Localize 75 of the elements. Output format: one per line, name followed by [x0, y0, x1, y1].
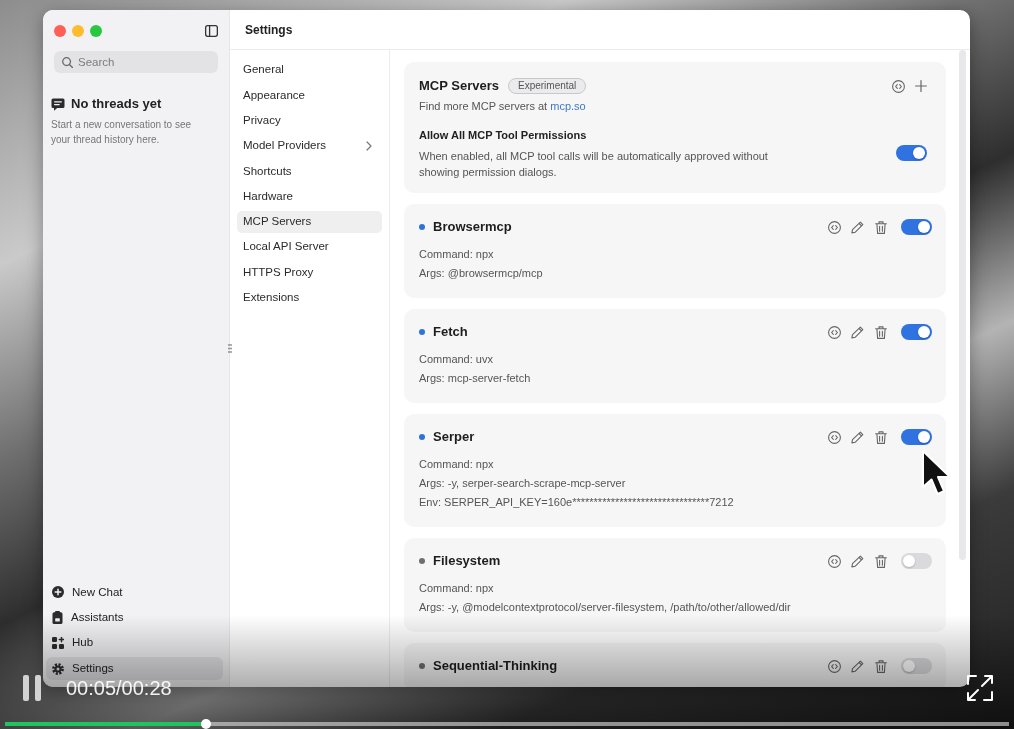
settings-menu-item[interactable]: MCP Servers — [237, 210, 382, 233]
server-detail-text: Command: npx — [419, 247, 495, 262]
gear-icon — [52, 662, 64, 675]
settings-menu-item[interactable]: Shortcuts — [237, 160, 382, 183]
server-detail-text: Args: -y, @modelcontextprotocol/server-filesystem, /path/to/other/allowed/dir — [419, 600, 792, 615]
edit-icon[interactable] — [851, 430, 864, 444]
pause-icon[interactable] — [23, 675, 41, 701]
search-icon — [62, 56, 73, 68]
clipboard-icon — [52, 611, 63, 625]
delete-icon[interactable] — [875, 430, 887, 444]
progress-thumb[interactable] — [200, 719, 211, 729]
server-name: Sequential-Thinking — [433, 657, 558, 676]
settings-menu-item[interactable]: Local API Server — [237, 236, 382, 259]
server-detail-text: Args: @browsermcp/mcp — [419, 266, 544, 281]
server-name: Filesystem — [433, 552, 501, 571]
plus-circle-icon — [52, 586, 64, 599]
toggle-switch[interactable] — [901, 219, 932, 235]
sidebar-nav-item[interactable]: Settings — [46, 657, 223, 680]
sidebar-nav-item[interactable]: Hub — [46, 631, 223, 655]
toggle-switch[interactable] — [901, 658, 932, 674]
toggle-switch[interactable] — [901, 553, 932, 569]
search-field[interactable]: Search — [54, 51, 218, 73]
info-text: Find more MCP servers at mcp.so — [419, 99, 587, 114]
server-name: Serper — [433, 428, 475, 447]
plus-icon[interactable] — [915, 80, 927, 92]
sidebar-toggle-icon[interactable] — [205, 24, 218, 37]
edit-icon[interactable] — [851, 554, 864, 568]
server-name: Browsermcp — [433, 218, 512, 237]
empty-state-text: Start a new conversation to see your thread history here. — [51, 118, 193, 147]
resize-handle-icon[interactable] — [228, 344, 232, 353]
section-title: MCP Servers — [419, 77, 499, 96]
edit-icon[interactable] — [851, 659, 864, 673]
sidebar-nav-item[interactable]: Assistants — [46, 606, 223, 630]
edit-icon[interactable] — [851, 325, 864, 339]
settings-menu-item[interactable]: Model Providers — [237, 134, 382, 157]
status-tag: Experimental — [508, 78, 587, 94]
close-window-button[interactable] — [54, 24, 66, 37]
fullscreen-icon[interactable] — [967, 675, 993, 701]
mcp-link[interactable]: mcp.so — [550, 100, 586, 112]
setting-description: When enabled, all MCP tool calls will be automatically approved without showing permission dialogs. — [419, 149, 769, 180]
delete-icon[interactable] — [875, 554, 887, 568]
toggle-switch[interactable] — [901, 429, 932, 445]
settings-menu-item[interactable]: Hardware — [237, 185, 382, 208]
settings-menu-item[interactable]: Privacy — [237, 109, 382, 132]
delete-icon[interactable] — [875, 220, 887, 234]
sidebar-nav-item[interactable]: New Chat — [46, 580, 223, 604]
grid-icon — [52, 637, 64, 650]
edit-icon[interactable] — [851, 220, 864, 234]
code-icon[interactable] — [828, 325, 841, 339]
setting-title: Allow All MCP Tool Permissions — [419, 128, 588, 143]
code-icon[interactable] — [892, 79, 905, 93]
server-detail-text: Command: npx — [419, 581, 495, 596]
playback-time: 00:05/00:28 — [66, 677, 172, 699]
server-detail-text: Env: SERPER_API_KEY=160e********************************7212 — [419, 495, 735, 510]
toggle-switch[interactable] — [896, 145, 927, 161]
settings-menu-item[interactable]: HTTPS Proxy — [237, 261, 382, 284]
page-title: Settings — [245, 21, 293, 39]
delete-icon[interactable] — [875, 659, 887, 673]
code-icon[interactable] — [828, 220, 841, 234]
toggle-switch[interactable] — [901, 324, 932, 340]
settings-menu-item[interactable]: General — [237, 59, 382, 81]
server-detail-text: Args: mcp-server-fetch — [419, 371, 532, 386]
server-name: Fetch — [433, 323, 468, 342]
progress-track[interactable] — [5, 722, 1009, 726]
code-icon[interactable] — [828, 554, 841, 568]
delete-icon[interactable] — [875, 325, 887, 339]
code-icon[interactable] — [828, 659, 841, 673]
server-detail-text: Command: npx — [419, 457, 495, 472]
settings-menu-item[interactable]: Extensions — [237, 286, 382, 309]
server-detail-text: Args: -y, serper-search-scrape-mcp-server — [419, 476, 627, 491]
settings-menu-item[interactable]: Appearance — [237, 84, 382, 107]
empty-state-title: No threads yet — [71, 95, 162, 114]
server-detail-text: Command: uvx — [419, 352, 494, 367]
chat-bubble-icon — [51, 97, 65, 111]
code-icon[interactable] — [828, 430, 841, 444]
